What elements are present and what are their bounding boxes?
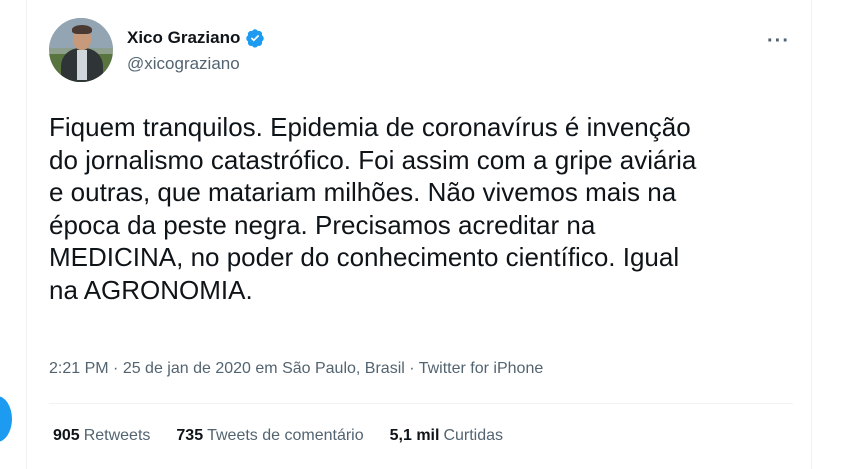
retweets-count: 905 <box>53 427 80 444</box>
meta-separator: · <box>108 360 123 377</box>
author-handle[interactable]: @xicograziano <box>127 54 240 74</box>
retweets-label: Retweets <box>83 427 151 444</box>
location-prefix: em <box>250 360 283 377</box>
tweet-stats: 905 Retweets 735 Tweets de comentário 5,1 … <box>53 427 503 445</box>
likes-stat[interactable]: 5,1 mil Curtidas <box>390 427 503 445</box>
quote-tweets-label: Tweets de comentário <box>207 427 364 444</box>
quote-tweets-stat[interactable]: 735 Tweets de comentário <box>176 427 363 445</box>
likes-count: 5,1 mil <box>389 427 440 444</box>
divider <box>49 403 793 404</box>
retweets-stat[interactable]: 905 Retweets <box>53 427 150 445</box>
tweet-date[interactable]: 25 de jan de 2020 <box>123 360 251 377</box>
tweet-source[interactable]: Twitter for iPhone <box>419 360 544 377</box>
author-name-row[interactable]: Xico Graziano <box>127 28 265 48</box>
tweet-text: Fiquem tranquilos. Epidemia de coronavír… <box>49 112 697 305</box>
tweet-time[interactable]: 2:21 PM <box>49 360 109 377</box>
tweet-card: Xico Graziano @xicograziano ··· Fiquem t… <box>26 0 812 469</box>
avatar[interactable] <box>49 18 113 82</box>
likes-label: Curtidas <box>443 427 504 444</box>
tweet-meta: 2:21 PM · 25 de jan de 2020 em São Paulo… <box>49 360 543 378</box>
tweet-location[interactable]: São Paulo, Brasil <box>282 360 405 377</box>
more-options-icon[interactable]: ··· <box>767 30 790 53</box>
quote-tweets-count: 735 <box>176 427 204 444</box>
meta-separator: · <box>404 360 419 377</box>
page: Xico Graziano @xicograziano ··· Fiquem t… <box>0 0 841 469</box>
author-name[interactable]: Xico Graziano <box>127 28 240 48</box>
side-avatar-fragment <box>0 396 12 442</box>
verified-badge-icon <box>246 29 265 48</box>
